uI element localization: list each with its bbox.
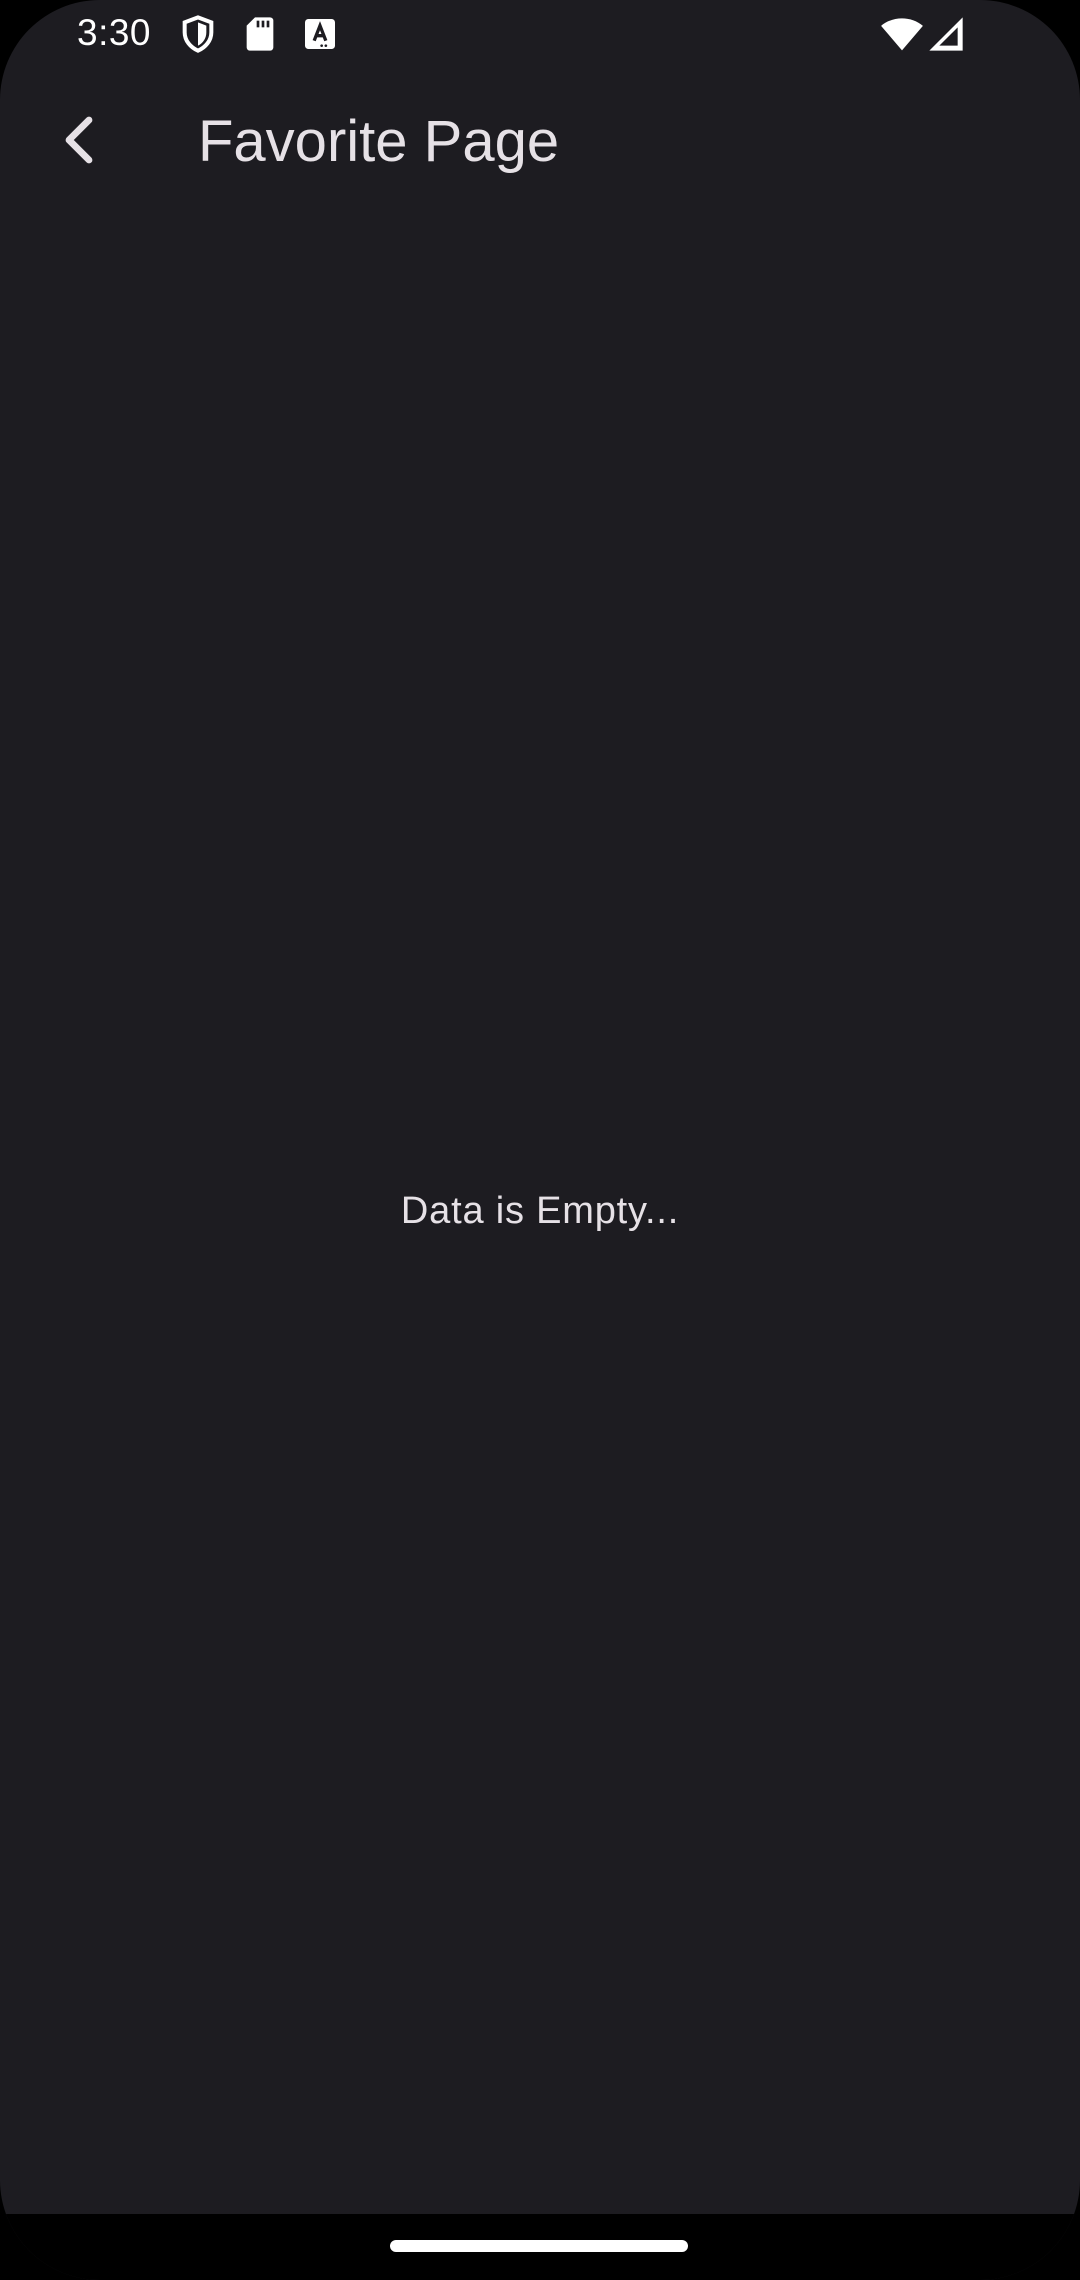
empty-state-message: Data is Empty...: [400, 1190, 680, 1232]
font-download-icon: [300, 14, 340, 54]
cellular-signal-icon: [926, 14, 966, 54]
status-bar: 3:30: [0, 0, 1080, 72]
wifi-icon: [880, 14, 923, 54]
shield-icon: [178, 14, 218, 54]
home-gesture-handle[interactable]: [390, 2240, 688, 2252]
chevron-left-icon: [59, 114, 99, 171]
sd-card-icon: [240, 14, 280, 54]
phone-screen: 3:30 Favorite Page Data is Empty...: [0, 0, 1080, 2280]
app-bar: Favorite Page: [0, 72, 1080, 212]
status-time: 3:30: [77, 12, 152, 53]
back-button[interactable]: [44, 102, 114, 182]
page-title: Favorite Page: [198, 109, 560, 174]
